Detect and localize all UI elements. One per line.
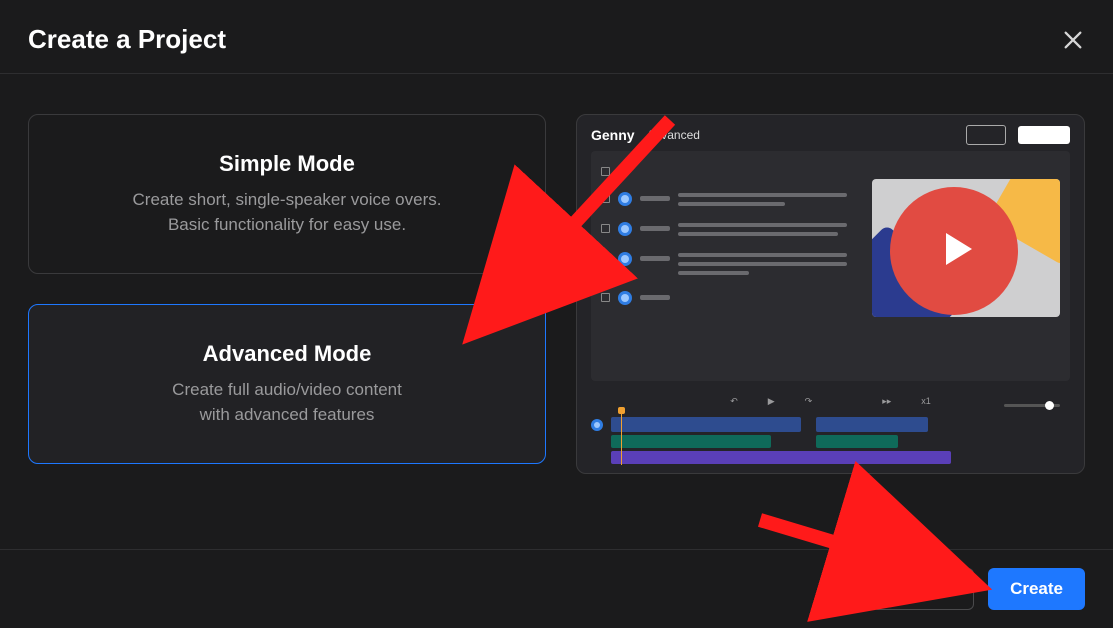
avatar-icon [591,419,603,431]
skip-forward-icon: ↷ [805,396,813,407]
playhead-icon [621,411,622,465]
skip-back-icon: ↶ [730,396,738,407]
text-placeholder [678,193,856,206]
preview-mode-label: Advanced [647,128,700,142]
close-button[interactable] [1061,28,1085,52]
checkbox-icon [601,254,610,263]
preview-chip-outline [966,125,1006,145]
simple-mode-title: Simple Mode [53,151,521,177]
preview-video-thumbnail [872,179,1060,317]
preview-header: Genny Advanced [591,125,1070,145]
modal-footer: Cancel Create [0,549,1113,628]
preview-script-panel [591,151,1070,381]
avatar-icon [618,291,632,305]
cancel-button[interactable]: Cancel [872,568,974,610]
advanced-mode-title: Advanced Mode [53,341,521,367]
name-placeholder [640,256,670,261]
preview-row [601,192,856,206]
name-placeholder [640,196,670,201]
advanced-preview: Genny Advanced [576,114,1085,474]
avatar-icon [618,252,632,266]
preview-row [601,222,856,236]
checkbox-icon [601,194,610,203]
name-placeholder [640,295,670,300]
preview-logo: Genny [591,127,635,143]
modal-header: Create a Project [0,0,1113,74]
text-placeholder [678,223,856,236]
timeline-clip [611,435,771,448]
checkbox-icon [601,224,610,233]
preview-row [601,291,856,305]
timeline-clip [611,417,801,432]
avatar-icon [618,222,632,236]
speed-label: x1 [921,396,931,406]
create-button[interactable]: Create [988,568,1085,610]
simple-mode-desc: Create short, single-speaker voice overs… [53,187,521,238]
preview-row [601,252,856,275]
checkbox-icon [601,167,610,176]
close-icon [1062,29,1084,51]
preview-transport-controls: ↶ ▶ ↷ ▸▸ x1 [591,393,1070,409]
timeline-clip [816,417,928,432]
checkbox-icon [601,293,610,302]
modal-body: Simple Mode Create short, single-speaker… [0,74,1113,549]
create-project-modal: Create a Project Simple Mode Create shor… [0,0,1113,628]
preview-chip-solid [1018,126,1070,144]
play-icon [946,233,972,265]
next-icon: ▸▸ [882,396,891,407]
advanced-mode-desc: Create full audio/video content with adv… [53,377,521,428]
modal-title: Create a Project [28,24,226,55]
timeline-clip [816,435,898,448]
advanced-mode-card[interactable]: Advanced Mode Create full audio/video co… [28,304,546,464]
simple-mode-card[interactable]: Simple Mode Create short, single-speaker… [28,114,546,274]
avatar-icon [618,192,632,206]
mode-options: Simple Mode Create short, single-speaker… [28,114,546,539]
zoom-slider [1004,404,1060,407]
text-placeholder [678,253,856,275]
name-placeholder [640,226,670,231]
preview-column: Genny Advanced [576,114,1085,539]
preview-rows [601,159,856,373]
play-icon: ▶ [768,396,775,407]
timeline-clip [611,451,951,464]
preview-timeline [591,415,1070,465]
